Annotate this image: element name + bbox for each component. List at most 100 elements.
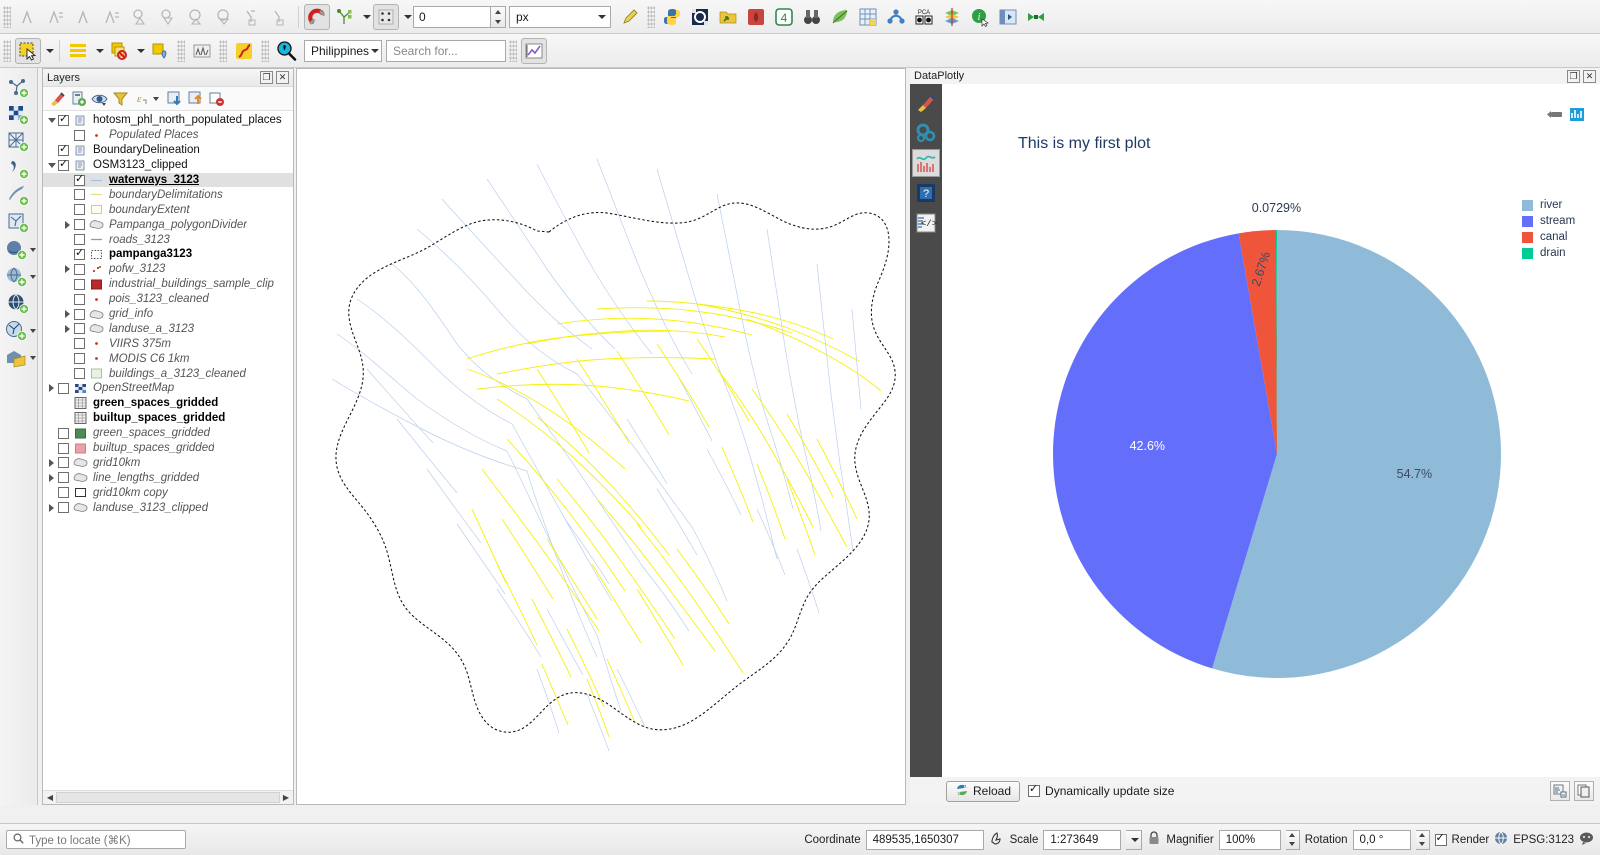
layer-visibility-checkbox[interactable] — [58, 443, 69, 454]
layer-visibility-checkbox[interactable] — [58, 160, 69, 171]
layer-visibility-checkbox[interactable] — [58, 502, 69, 513]
layer-visibility-checkbox[interactable] — [74, 175, 85, 186]
layer-row[interactable]: boundaryExtent — [43, 202, 293, 217]
layer-row[interactable]: industrial_buildings_sample_clip — [43, 277, 293, 292]
layer-row[interactable]: Populated Places — [43, 128, 293, 143]
layer-row[interactable]: Pampanga_polygonDivider — [43, 217, 293, 232]
toolbar-grip[interactable] — [647, 6, 655, 28]
ruby-icon[interactable] — [743, 4, 769, 30]
delimited-text-icon[interactable] — [4, 155, 34, 182]
layer-row[interactable]: VIIRS 375m — [43, 336, 293, 351]
layer-visibility-checkbox[interactable] — [74, 294, 85, 305]
statistics-icon[interactable] — [189, 38, 215, 64]
layer-row[interactable]: boundaryDelimitations — [43, 187, 293, 202]
layer-row[interactable]: line_lengths_gridded — [43, 470, 293, 485]
close-panel-button[interactable]: ✕ — [1583, 70, 1596, 83]
render-checkbox-wrap[interactable]: Render — [1435, 834, 1490, 846]
magnifier-stepper[interactable] — [1286, 830, 1300, 850]
mssql-icon[interactable] — [2, 263, 32, 290]
coordinate-capture-icon[interactable] — [989, 830, 1005, 849]
scale-dropdown-button[interactable] — [1126, 830, 1142, 850]
layer-row[interactable]: BoundaryDelineation — [43, 143, 293, 158]
qgis4-icon[interactable]: 4 — [771, 4, 797, 30]
toolbar-grip[interactable] — [3, 40, 11, 62]
chevron-right-icon[interactable] — [61, 218, 74, 232]
scrollbar-thumb[interactable] — [56, 792, 280, 803]
add-group-icon[interactable] — [68, 88, 89, 109]
layer-visibility-checkbox[interactable] — [74, 279, 85, 290]
leaf-icon[interactable] — [827, 4, 853, 30]
dataplotly-icon[interactable] — [521, 38, 547, 64]
geocoder-search-icon[interactable] — [273, 38, 299, 64]
legend-item[interactable]: stream — [1522, 213, 1575, 229]
chevron-right-icon[interactable] — [61, 322, 74, 336]
plot-canvas[interactable]: This is my first plot riverstreamcanaldr… — [942, 84, 1600, 777]
binoculars-icon[interactable] — [799, 4, 825, 30]
attribute-table-icon[interactable] — [65, 38, 91, 64]
toolbar-grip[interactable] — [219, 40, 227, 62]
network-icon[interactable] — [883, 4, 909, 30]
vector-layer-icon[interactable] — [4, 74, 34, 101]
layer-visibility-checkbox[interactable] — [74, 189, 85, 200]
pca-icon[interactable]: PCA — [911, 4, 937, 30]
layer-visibility-checkbox[interactable] — [74, 249, 85, 260]
open-layer-styling-icon[interactable] — [47, 88, 68, 109]
magnet-snapping-icon[interactable] — [304, 4, 330, 30]
road-graph-icon[interactable] — [231, 38, 257, 64]
layer-visibility-checkbox[interactable] — [74, 353, 85, 364]
attribute-table-caret[interactable] — [92, 38, 105, 64]
layer-row[interactable]: pofw_3123 — [43, 262, 293, 277]
layer-row[interactable]: grid10km copy — [43, 485, 293, 500]
snap-endpoint2-icon[interactable] — [267, 4, 293, 30]
layer-visibility-checkbox[interactable] — [74, 219, 85, 230]
layer-row[interactable]: landuse_3123_clipped — [43, 500, 293, 515]
crs-icon[interactable] — [1494, 831, 1508, 848]
lock-scale-icon[interactable] — [1147, 830, 1161, 849]
scroll-right-icon[interactable]: ▶ — [280, 792, 292, 804]
layer-row[interactable]: OpenStreetMap — [43, 381, 293, 396]
toolbar-grip[interactable] — [261, 40, 269, 62]
grid-plugin-icon[interactable] — [855, 4, 881, 30]
layer-visibility-checkbox[interactable] — [74, 309, 85, 320]
layers-horizontal-scrollbar[interactable]: ◀ ▶ — [43, 790, 293, 804]
layer-visibility-checkbox[interactable] — [58, 115, 69, 126]
snap-area-icon[interactable] — [183, 4, 209, 30]
plotly-logo-icon[interactable] — [1570, 108, 1584, 124]
layer-row[interactable]: landuse_a_3123 — [43, 321, 293, 336]
layer-visibility-checkbox[interactable] — [58, 457, 69, 468]
layer-row[interactable]: hotosm_phl_north_populated_places — [43, 113, 293, 128]
chevron-down-icon[interactable] — [45, 113, 58, 127]
layer-row[interactable]: grid_info — [43, 307, 293, 322]
layer-visibility-checkbox[interactable] — [58, 428, 69, 439]
tolerance-unit-select[interactable]: px — [509, 6, 611, 28]
tolerance-stepper[interactable] — [491, 6, 506, 28]
chevron-right-icon[interactable] — [61, 262, 74, 276]
chevron-right-icon[interactable] — [45, 456, 58, 470]
undock-panel-button[interactable]: ❐ — [260, 71, 273, 84]
reload-button[interactable]: Reload — [946, 781, 1020, 802]
layer-visibility-checkbox[interactable] — [58, 487, 69, 498]
code-icon[interactable]: </> — [912, 209, 940, 237]
magnifier-value[interactable]: 100% — [1219, 830, 1281, 850]
close-panel-button[interactable]: ✕ — [276, 71, 289, 84]
geocoder-search-input[interactable]: Search for... — [386, 40, 506, 62]
info-select-icon[interactable]: i — [967, 4, 993, 30]
layer-visibility-checkbox[interactable] — [74, 264, 85, 275]
python-console-icon[interactable] — [659, 4, 685, 30]
manage-visibility-icon[interactable] — [89, 88, 110, 109]
mesh-layer-icon[interactable] — [4, 128, 34, 155]
country-select[interactable]: Philippines — [304, 40, 382, 62]
vector-tile-icon[interactable] — [4, 209, 34, 236]
map-canvas[interactable] — [296, 68, 906, 805]
save-plot-icon[interactable] — [1550, 781, 1570, 801]
layers-tree[interactable]: hotosm_phl_north_populated_placesPopulat… — [43, 111, 293, 790]
layer-visibility-checkbox[interactable] — [58, 145, 69, 156]
layer-row[interactable]: buildings_a_3123_cleaned — [43, 366, 293, 381]
layer-visibility-checkbox[interactable] — [74, 130, 85, 141]
help-icon[interactable]: ? — [912, 179, 940, 207]
layer-visibility-checkbox[interactable] — [74, 204, 85, 215]
wfs-icon[interactable] — [2, 317, 32, 344]
tolerance-input[interactable]: 0 — [413, 6, 491, 28]
filter-legend-icon[interactable] — [110, 88, 131, 109]
pencil-icon[interactable] — [617, 4, 643, 30]
